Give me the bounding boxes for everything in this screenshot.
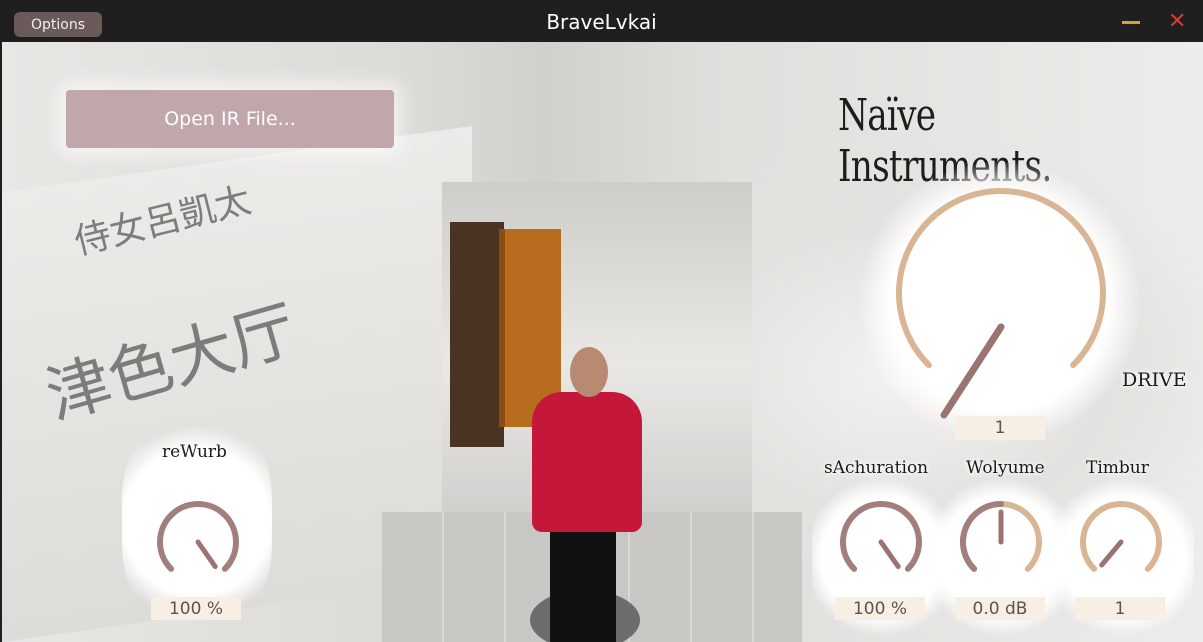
- saturation-value[interactable]: 100 %: [835, 597, 925, 620]
- reverb-knob[interactable]: [155, 499, 241, 585]
- app-title: BraveLvkai: [546, 10, 657, 34]
- volume-value[interactable]: 0.0 dB: [955, 597, 1045, 620]
- timbre-knob[interactable]: [1078, 499, 1164, 585]
- reverb-value[interactable]: 100 %: [151, 597, 241, 620]
- volume-knob[interactable]: [958, 499, 1044, 585]
- reverb-label: reWurb: [162, 442, 227, 462]
- background-person-head: [570, 347, 608, 397]
- timbre-label: Timbur: [1086, 458, 1149, 478]
- saturation-knob-track: [840, 501, 922, 572]
- drive-knob-range: [896, 188, 1106, 369]
- background-doorframe: [450, 222, 504, 447]
- timbre-knob-pointer: [1099, 539, 1124, 568]
- volume-label: Wolyume: [966, 458, 1045, 478]
- minimize-icon[interactable]: [1122, 21, 1140, 24]
- background-person-legs: [550, 524, 616, 642]
- timbre-value[interactable]: 1: [1075, 597, 1165, 620]
- title-bar: Options BraveLvkai ✕: [0, 0, 1203, 42]
- drive-knob[interactable]: [895, 187, 1107, 419]
- volume-knob-range: [960, 501, 1004, 572]
- timbre-knob-track: [1080, 501, 1162, 572]
- saturation-knob[interactable]: [838, 499, 924, 585]
- saturation-knob-pointer: [878, 539, 901, 570]
- plugin-background: 侍女呂凱太 津色大厅 Open IR File... Naïve Instrum…: [2, 42, 1203, 642]
- saturation-label: sAchuration: [824, 458, 929, 478]
- open-ir-file-button[interactable]: Open IR File...: [66, 90, 394, 148]
- reverb-knob-pointer: [195, 539, 218, 570]
- drive-label: DRIVE: [1122, 369, 1187, 391]
- drive-value[interactable]: 1: [955, 416, 1045, 440]
- reverb-knob-track: [157, 501, 239, 572]
- close-icon[interactable]: ✕: [1168, 10, 1186, 34]
- background-person-torso: [532, 392, 642, 532]
